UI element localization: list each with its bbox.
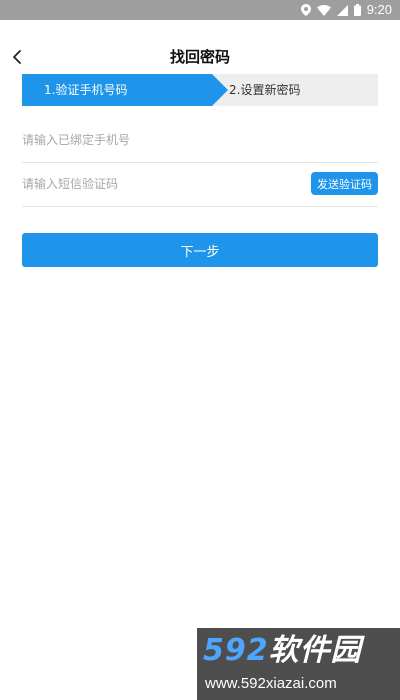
status-time: 9:20 <box>366 2 392 17</box>
location-icon <box>300 4 311 16</box>
step-indicator: 1.验证手机号码 2.设置新密码 <box>22 74 378 106</box>
phone-input[interactable] <box>22 118 302 162</box>
signal-icon <box>336 4 348 16</box>
send-code-button[interactable]: 发送验证码 <box>311 172 378 195</box>
step-set-password: 2.设置新密码 <box>229 83 301 97</box>
step-arrow <box>212 74 228 106</box>
header: 找回密码 <box>0 40 400 74</box>
watermark-logo-text: 软件园 <box>268 633 362 668</box>
watermark-logo: 592软件园 <box>203 634 362 668</box>
phone-field <box>22 118 378 163</box>
page-title: 找回密码 <box>169 48 230 66</box>
next-step-button[interactable]: 下一步 <box>22 233 378 267</box>
status-bar: 9:20 <box>0 0 400 20</box>
sms-code-field: 发送验证码 <box>22 162 378 207</box>
step-verify-phone: 1.验证手机号码 <box>22 74 212 106</box>
battery-icon <box>353 4 361 16</box>
watermark-logo-number: 592 <box>203 633 269 668</box>
sms-code-input[interactable] <box>22 162 302 206</box>
wifi-icon <box>316 4 331 16</box>
watermark-url: www.592xiazai.com <box>205 675 337 692</box>
watermark: 592软件园 www.592xiazai.com <box>197 628 400 700</box>
